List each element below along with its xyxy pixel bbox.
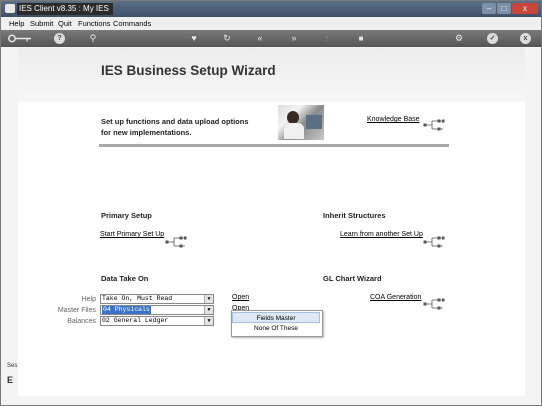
app-window: IES Client v8.35 : My IES – □ x Help Sub… [0,0,542,406]
divider [99,144,449,147]
menu-submit[interactable]: Submit [30,19,53,28]
inherit-structures-heading: Inherit Structures [323,211,386,220]
search-icon[interactable]: ⚲ [87,32,99,45]
upload-icon[interactable]: ↑ [321,32,333,45]
flowchart-icon[interactable] [165,235,187,249]
flowchart-icon[interactable] [423,235,445,249]
popup-item-fields-master[interactable]: Fields Master [232,312,320,323]
balances-select-value: 02 General Ledger [102,317,169,324]
intro-line-1: Set up functions and data upload options [101,117,249,126]
maximize-button[interactable]: □ [497,3,511,14]
session-glyph: E [7,375,14,385]
menu-help[interactable]: Help [9,19,24,28]
start-primary-setup-link[interactable]: Start Primary Set Up [100,231,164,238]
master-files-select-value: 04 Physicals [102,306,151,314]
flowchart-icon[interactable] [423,297,445,311]
gl-chart-wizard-heading: GL Chart Wizard [323,274,382,283]
help-select[interactable]: Take On, Must Read ▼ [100,294,214,304]
wizard-photo [278,105,324,140]
minimize-button[interactable]: – [482,3,496,14]
master-files-label: Master Files [57,307,96,314]
check-icon[interactable]: ✓ [487,33,498,44]
title-bar: IES Client v8.35 : My IES – □ x [1,1,541,17]
close-icon[interactable]: x [520,33,531,44]
primary-setup-heading: Primary Setup [101,211,152,220]
menu-bar: Help Submit Quit Functions Commands [1,17,541,30]
help-select-value: Take On, Must Read [102,295,173,302]
help-label: Help [81,296,96,303]
refresh-icon[interactable]: ↻ [221,32,233,45]
key-icon[interactable] [7,32,33,45]
intro-text: Set up functions and data upload options… [101,116,261,138]
toolbar: ? ⚲ ♥ ↻ « » ↑ ■ ⚙ ✓ x [1,30,541,47]
learn-from-another-setup-link[interactable]: Learn from another Set Up [340,231,423,238]
open-options-popup: Fields Master None Of These [231,310,323,337]
heart-icon[interactable]: ♥ [188,32,200,45]
menu-commands[interactable]: Commands [113,19,151,28]
window-title: IES Client v8.35 : My IES [17,3,113,15]
stop-icon[interactable]: ■ [355,32,367,45]
session-strip: Ses E [7,363,17,393]
balances-select[interactable]: 02 General Ledger ▼ [100,316,214,326]
data-take-on-heading: Data Take On [101,274,149,283]
settings-icon[interactable]: ⚙ [453,32,465,45]
app-logo-icon [5,4,15,13]
wizard-panel: IES Business Setup Wizard Set up functio… [18,48,525,396]
wizard-banner: IES Business Setup Wizard [18,48,525,102]
chevron-down-icon[interactable]: ▼ [204,306,213,314]
session-label: Ses [7,363,18,369]
chevron-down-icon[interactable]: ▼ [204,317,213,325]
help-icon[interactable]: ? [54,33,65,44]
menu-functions[interactable]: Functions [78,19,111,28]
intro-line-2: for new implementations. [101,128,192,137]
coa-generation-link[interactable]: COA Generation [370,294,421,301]
balances-label: Balances [67,318,96,325]
menu-quit[interactable]: Quit [58,19,72,28]
open-help-link[interactable]: Open [232,294,249,301]
rewind-icon[interactable]: « [254,32,266,45]
knowledge-base-link[interactable]: Knowledge Base [367,116,420,123]
flowchart-icon[interactable] [423,118,445,132]
popup-item-none-of-these[interactable]: None Of These [232,323,320,334]
close-window-button[interactable]: x [512,3,538,14]
chevron-down-icon[interactable]: ▼ [204,295,213,303]
page-title: IES Business Setup Wizard [101,63,276,78]
master-files-select[interactable]: 04 Physicals ▼ [100,305,214,315]
forward-icon[interactable]: » [288,32,300,45]
